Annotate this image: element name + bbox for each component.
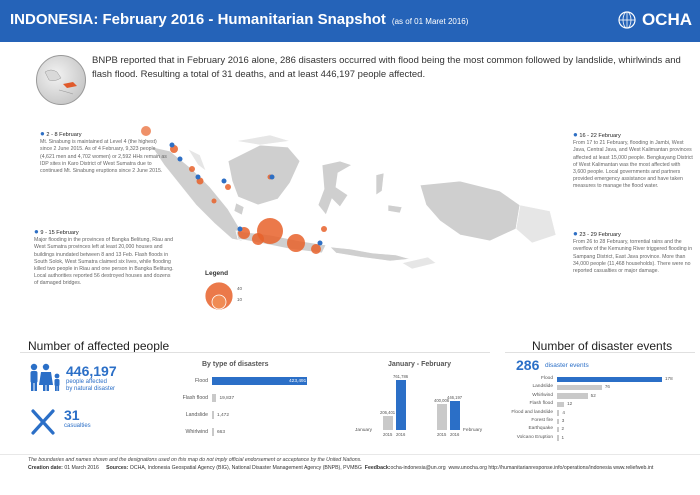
location-pin-icon: ● (34, 227, 39, 236)
casualties-icon (31, 409, 55, 435)
events-bar (557, 410, 560, 416)
title-country: INDONESIA: (10, 11, 99, 28)
section-title-events: Number of disaster events (532, 339, 673, 353)
events-total-label: disaster events (545, 362, 589, 369)
events-bar (557, 426, 559, 433)
feedback-email-link[interactable]: ocha-indonesia@un.org (390, 465, 445, 471)
un-emblem-icon (618, 11, 636, 29)
map-legend: Legend 40 10 (205, 270, 265, 320)
papua-island (419, 180, 521, 242)
jan-feb-value-label: 206,401 (380, 410, 396, 416)
by-type-chart: Flood 423,491 Flash flood 19,837 Landslide 1,… (170, 374, 340, 444)
events-value-label: 2 (561, 426, 565, 432)
events-value-label: 4 (562, 409, 565, 415)
events-category-label: Forest fire (531, 418, 553, 423)
legend-value-small: 10 (237, 297, 243, 302)
by-type-title: By type of disasters (202, 361, 269, 368)
by-type-bar (212, 394, 217, 402)
events-bar (557, 435, 559, 441)
location-pin-icon: ● (40, 129, 45, 138)
legend-value-large: 40 (237, 286, 243, 291)
location-pin-icon: ● (573, 130, 578, 139)
affected-label: people affected by natural disaster (66, 379, 116, 392)
events-category-label: Flash flood (529, 401, 553, 407)
events-value-label: 76 (604, 384, 610, 390)
locator-globe-icon (36, 55, 86, 105)
affected-total: 446,197 (66, 363, 117, 379)
events-bar (557, 418, 559, 424)
org-name: OCHA (641, 10, 692, 29)
jan-feb-value-label: 446,197 (447, 394, 463, 400)
section-title-affected: Number of affected people (28, 339, 170, 353)
jan-feb-value-label: 761,786 (393, 374, 409, 379)
by-type-value-label: 19,837 (219, 395, 235, 401)
callout-9-15-feb: ● 9 - 15 February Major flooding in the … (34, 227, 174, 287)
events-value-label: 178 (665, 376, 673, 381)
by-type-value-label: 663 (217, 429, 226, 435)
events-value-label: 3 (561, 418, 565, 423)
people-icon (30, 363, 60, 391)
callout-2-8-feb: ● 2 - 8 February Mt. Sinabung is maintai… (40, 129, 167, 175)
as-of-date: (as of 01 Maret 2016) (391, 17, 469, 26)
callout-16-22-feb: ● 16 - 22 February From 17 to 21 Februar… (573, 130, 693, 190)
events-bar (557, 384, 602, 391)
jan-feb-chart: January 206,401 2015 761,786 2016 February 400… (355, 372, 495, 444)
events-bar (557, 376, 662, 382)
ocha-logo: OCHA (617, 10, 692, 30)
events-total: 286 (516, 357, 540, 373)
events-category-label: Landslide (532, 384, 553, 390)
jan-feb-year-label: 2016 (396, 432, 406, 437)
events-chart: Flood 178 Landslide 76 Whirlwind 52 Flash floo… (505, 376, 695, 446)
jan-feb-year-label: 2015 (383, 432, 393, 437)
jan-feb-bar (396, 380, 406, 430)
events-bar (557, 401, 565, 408)
events-category-label: Earthquake (528, 426, 553, 432)
jan-feb-year-label: 2015 (437, 432, 447, 437)
by-type-category-label: Flash flood (182, 395, 208, 401)
title-text: February 2016 - Humanitarian Snapshot (98, 11, 386, 28)
casualties-label: casualties (64, 423, 91, 429)
jan-feb-title: January - February (388, 361, 452, 368)
by-type-category-label: Whirlwind (185, 429, 208, 435)
intro-summary: BNPB reported that in February 2016 alon… (92, 55, 681, 80)
events-bar (557, 393, 588, 399)
by-type-category-label: Landslide (185, 412, 208, 418)
legend-title: Legend (205, 270, 229, 277)
location-pin-icon: ● (573, 229, 578, 238)
jan-feb-bar (383, 416, 393, 430)
kalimantan-island (227, 144, 301, 206)
page-title: INDONESIA: February 2016 - Humanitarian … (10, 11, 468, 28)
casualties-total: 31 (64, 407, 80, 423)
events-category-label: Flood and landslide (511, 409, 553, 415)
jan-feb-bar (437, 403, 447, 430)
jan-feb-bar (450, 400, 460, 430)
events-value-label: 1 (561, 434, 565, 440)
events-category-label: Volcano Eruption (516, 434, 553, 440)
jan-feb-group-label: January (355, 428, 373, 433)
disclaimer: The boundaries and names shown and the d… (28, 457, 362, 463)
callout-23-29-feb: ● 23 - 29 February From 26 to 28 Februar… (573, 229, 693, 275)
by-type-category-label: Flood (195, 378, 208, 384)
events-category-label: Whirlwind (532, 392, 553, 398)
header-bar: INDONESIA: February 2016 - Humanitarian … (0, 0, 700, 42)
events-value-label: 12 (567, 401, 573, 407)
footer-links[interactable]: www.unocha.org http://humanitarianrespon… (449, 465, 654, 471)
jan-feb-group-label: February (463, 428, 483, 433)
by-type-bar (212, 411, 214, 419)
sulawesi-island (317, 160, 353, 216)
events-value-label: 52 (590, 392, 596, 398)
footer-credits: Creation date: 01 March 2016 Sources: OC… (28, 465, 654, 471)
events-category-label: Flood (541, 376, 553, 381)
by-type-value-label: 423,491 (289, 378, 307, 384)
by-type-value-label: 1,472 (217, 412, 230, 418)
by-type-bar (212, 428, 214, 436)
jan-feb-year-label: 2016 (450, 432, 460, 437)
